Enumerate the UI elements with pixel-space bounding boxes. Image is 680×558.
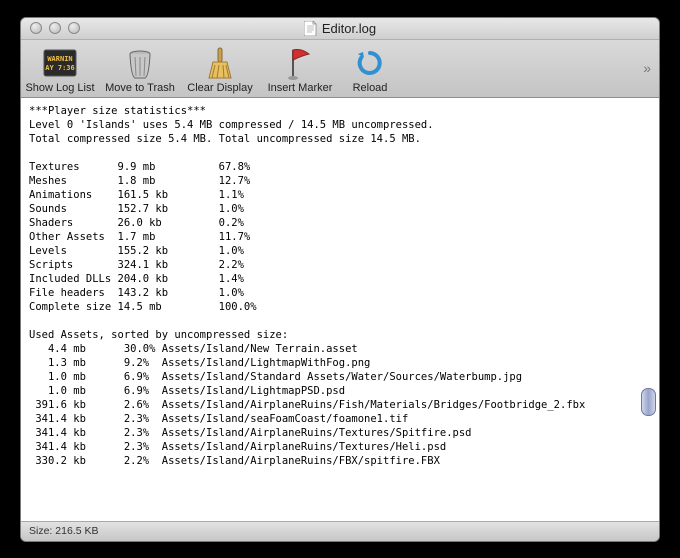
toolbar-label: Move to Trash [105,82,175,94]
close-button[interactable] [30,22,42,34]
reload-icon [355,46,385,80]
trash-icon [125,46,155,80]
move-to-trash-button[interactable]: Move to Trash [105,46,175,94]
size-value: 216.5 KB [55,525,98,537]
show-log-list-button[interactable]: WARNIN AY 7:36 Show Log List [25,46,95,94]
size-label: Size: [29,525,52,537]
warning-panel-icon: WARNIN AY 7:36 [42,46,78,80]
scrollbar-thumb[interactable] [641,388,656,416]
toolbar-label: Show Log List [25,82,94,94]
statusbar: Size: 216.5 KB [21,521,659,541]
flag-icon [287,46,313,80]
svg-text:AY 7:36: AY 7:36 [45,64,75,72]
window-title: Editor.log [21,21,659,36]
insert-marker-button[interactable]: Insert Marker [265,46,335,94]
toolbar-label: Clear Display [187,82,252,94]
traffic-lights [21,22,80,34]
broom-icon [205,46,235,80]
app-window: Editor.log WARNIN AY 7:36 Show Log List [20,17,660,542]
toolbar-label: Reload [353,82,388,94]
window-title-text: Editor.log [322,21,376,36]
minimize-button[interactable] [49,22,61,34]
svg-text:WARNIN: WARNIN [47,55,72,63]
log-text: ***Player size statistics*** Level 0 'Is… [29,104,651,468]
log-content[interactable]: ***Player size statistics*** Level 0 'Is… [21,98,659,521]
titlebar[interactable]: Editor.log [21,18,659,40]
toolbar-label: Insert Marker [268,82,333,94]
zoom-button[interactable] [68,22,80,34]
toolbar-overflow-icon[interactable]: » [643,60,651,76]
document-icon [304,21,317,36]
toolbar: WARNIN AY 7:36 Show Log List Move to Tra… [21,40,659,98]
clear-display-button[interactable]: Clear Display [185,46,255,94]
reload-button[interactable]: Reload [345,46,395,94]
